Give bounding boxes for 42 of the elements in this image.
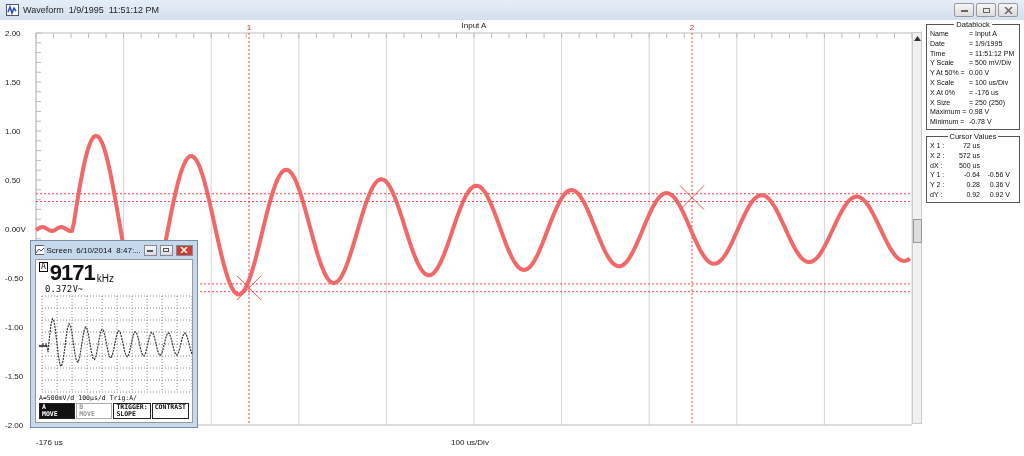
- window-title: Waveform 1/9/1995 11:51:12 PM: [23, 5, 160, 15]
- amplitude-reading: 0.372: [45, 284, 73, 294]
- channel-badge: A: [39, 262, 48, 272]
- y-axis-label: -0.50: [5, 274, 24, 283]
- cursor-marker: [679, 185, 705, 211]
- close-icon: [1003, 6, 1013, 14]
- cursor-line[interactable]: [691, 32, 693, 426]
- y-axis-label: -2.00: [5, 421, 24, 430]
- close-button[interactable]: [998, 3, 1018, 17]
- restore-icon: [162, 247, 171, 253]
- close-icon: [180, 247, 189, 253]
- y-axis-label: 1.00: [5, 127, 21, 136]
- close-button[interactable]: [175, 244, 193, 256]
- minimize-button[interactable]: [954, 3, 974, 17]
- cursor-line[interactable]: [248, 32, 250, 426]
- restore-button[interactable]: [159, 244, 173, 256]
- minimize-icon: [959, 7, 969, 13]
- x-start-label: -176 us: [36, 438, 63, 447]
- y-axis-label: 1.50: [5, 78, 21, 87]
- cursor-marker: [236, 275, 262, 301]
- window-title: Screen 6/10/2014 8:47:...: [46, 245, 141, 255]
- restore-icon: [981, 6, 991, 14]
- screen-app-icon: [35, 245, 44, 255]
- y-axis-label: 0.50: [5, 176, 21, 185]
- y-axis-label: -1.50: [5, 372, 24, 381]
- frequency-reading: 9171: [49, 262, 95, 284]
- cursor-label: 2: [689, 23, 695, 32]
- scrollbar[interactable]: [912, 32, 922, 424]
- restore-button[interactable]: [976, 3, 996, 17]
- y-axis-label: 0.00V: [5, 225, 26, 234]
- scroll-up-icon[interactable]: [913, 36, 921, 41]
- minimize-button[interactable]: [143, 244, 157, 256]
- scroll-thumb[interactable]: [912, 219, 922, 243]
- amplitude-unit: V~: [73, 285, 83, 294]
- y-axis-label: -1.00: [5, 323, 24, 332]
- y-axis-label: 2.00: [5, 29, 21, 38]
- cursor-label: 1: [246, 23, 252, 32]
- minimize-icon: [146, 247, 155, 253]
- waveform-app-icon: [6, 4, 19, 16]
- plot-title: Input A: [461, 21, 487, 30]
- x-scale-label: 100 us/Div: [451, 438, 489, 447]
- frequency-unit: kHz: [96, 274, 114, 284]
